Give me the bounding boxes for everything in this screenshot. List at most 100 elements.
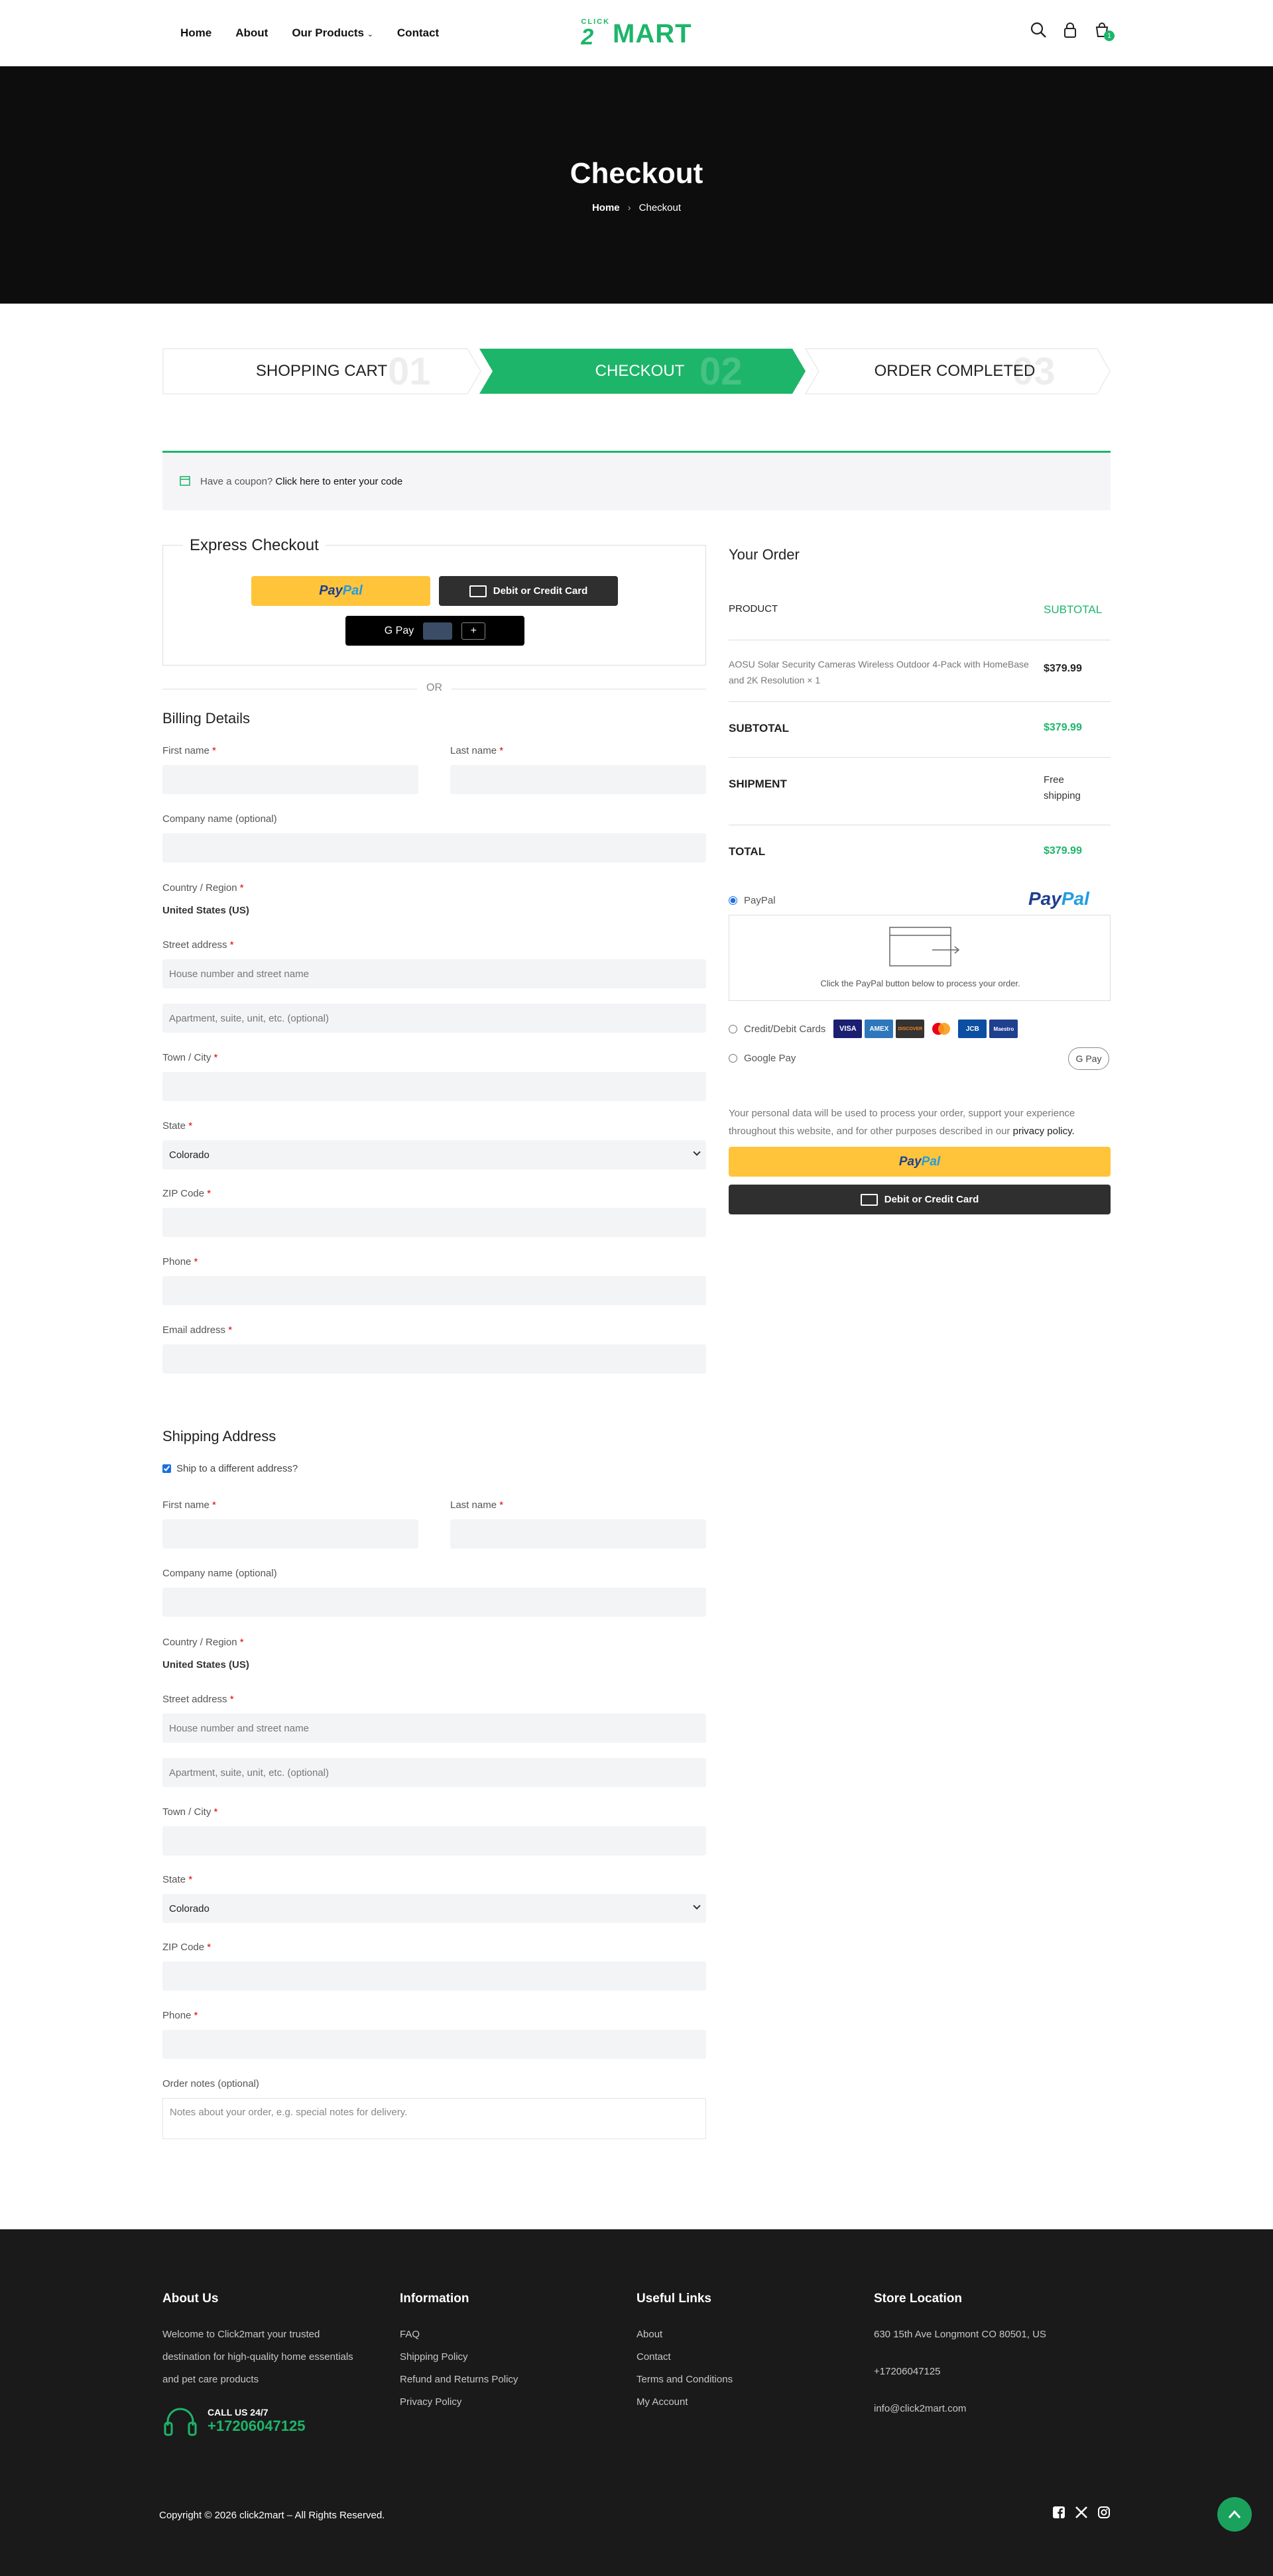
breadcrumb-home[interactable]: Home <box>592 202 620 213</box>
nav-contact[interactable]: Contact <box>397 27 439 40</box>
required-mark: * <box>207 1942 212 1953</box>
nav-about[interactable]: About <box>235 27 268 40</box>
shipping-last-name-input[interactable] <box>450 1519 706 1549</box>
shipping-country-value: United States (US) <box>162 1659 249 1670</box>
instagram-icon[interactable] <box>1097 2506 1111 2519</box>
total-label: TOTAL <box>729 845 766 858</box>
shipping-phone-input[interactable] <box>162 2030 706 2059</box>
footer-link-privacy-policy[interactable]: Privacy Policy <box>400 2391 518 2414</box>
nav-products[interactable]: Our Products ⌄ <box>292 27 373 40</box>
footer-about: About Us Welcome to Click2mart your trus… <box>162 2292 361 2437</box>
store-phone[interactable]: +17206047125 <box>874 2361 1046 2383</box>
label-text: Last name <box>450 745 497 756</box>
order-notes-textarea[interactable]: Notes about your order, e.g. special not… <box>162 2098 706 2139</box>
billing-email-input[interactable] <box>162 1344 706 1374</box>
order-shipment-row: SHIPMENT Free shipping <box>729 758 1111 825</box>
label-text: First name <box>162 1499 210 1511</box>
card-pay-button[interactable]: Debit or Credit Card <box>729 1185 1111 1214</box>
cart-icon[interactable]: 1 <box>1093 21 1115 41</box>
required-mark: * <box>188 1120 193 1132</box>
footer-link-contact[interactable]: Contact <box>636 2346 733 2369</box>
billing-zip-input[interactable] <box>162 1208 706 1237</box>
store-email[interactable]: info@click2mart.com <box>874 2398 1046 2420</box>
payment-paypal-option[interactable]: PayPal <box>729 895 776 906</box>
label-text: Last name <box>450 1499 497 1511</box>
col-subtotal-header: SUBTOTAL <box>1044 603 1103 616</box>
footer-call: CALL US 24/7 +17206047125 <box>162 2404 361 2437</box>
search-icon[interactable] <box>1030 21 1047 38</box>
payment-card-option[interactable]: Credit/Debit Cards VISA AMEX DISCOVER JC… <box>729 1020 1018 1038</box>
required-mark: * <box>188 1874 193 1885</box>
nav-products-label: Our Products <box>292 27 364 39</box>
paypal-logo-pay: Pay <box>1028 888 1061 909</box>
nav-home[interactable]: Home <box>180 27 212 40</box>
label-text: Email address <box>162 1324 226 1336</box>
billing-apartment-input[interactable]: Apartment, suite, unit, etc. (optional) <box>162 1004 706 1033</box>
shipping-company-input[interactable] <box>162 1588 706 1617</box>
step-label: SHOPPING CART <box>255 362 388 380</box>
visa-icon: VISA <box>833 1020 863 1038</box>
billing-company-input[interactable] <box>162 833 706 862</box>
shipping-zip-input[interactable] <box>162 1961 706 1991</box>
x-twitter-icon[interactable] <box>1075 2506 1088 2519</box>
calendar-icon <box>179 475 191 489</box>
footer-links-title: Useful Links <box>636 2292 711 2306</box>
card-express-button[interactable]: Debit or Credit Card <box>439 576 618 606</box>
label-text: Street address <box>162 1694 227 1705</box>
browser-window-icon <box>889 927 960 966</box>
shipment-value: Free shipping <box>1044 774 1081 801</box>
gpay-radio[interactable] <box>729 1054 737 1063</box>
shipping-first-name-input[interactable] <box>162 1519 418 1549</box>
shipping-state-select[interactable]: Colorado <box>162 1894 706 1923</box>
footer-link-refund-policy[interactable]: Refund and Returns Policy <box>400 2369 518 2391</box>
subtotal-label: SUBTOTAL <box>729 722 789 734</box>
facebook-icon[interactable] <box>1052 2506 1065 2519</box>
order-total-row: TOTAL $379.99 <box>729 825 1111 881</box>
billing-first-name-input[interactable] <box>162 765 418 794</box>
billing-phone-input[interactable] <box>162 1276 706 1305</box>
shipping-country-label: Country / Region * <box>162 1637 244 1648</box>
order-item-row: AOSU Solar Security Cameras Wireless Out… <box>729 640 1111 702</box>
shipment-label: SHIPMENT <box>729 778 787 790</box>
shipping-street-input[interactable]: House number and street name <box>162 1714 706 1743</box>
footer-link-shipping-policy[interactable]: Shipping Policy <box>400 2346 518 2369</box>
call-number[interactable]: +17206047125 <box>208 2418 305 2435</box>
breadcrumb-current: Checkout <box>638 202 682 213</box>
scroll-to-top-button[interactable] <box>1217 2497 1252 2532</box>
shipping-city-input[interactable] <box>162 1826 706 1855</box>
billing-state-select[interactable]: Colorado <box>162 1140 706 1169</box>
shipping-last-name-label: Last name * <box>450 1499 503 1511</box>
billing-last-name-input[interactable] <box>450 765 706 794</box>
col-product-header: PRODUCT <box>729 603 778 615</box>
billing-country-value: United States (US) <box>162 905 249 916</box>
ship-different-label[interactable]: Ship to a different address? <box>176 1463 298 1474</box>
gpay-express-button[interactable]: G Pay + <box>345 616 524 646</box>
ship-different-checkbox[interactable] <box>162 1464 171 1473</box>
footer-store-title: Store Location <box>874 2292 963 2306</box>
paypal-option-label: PayPal <box>744 895 776 906</box>
footer-link-about[interactable]: About <box>636 2323 733 2346</box>
checkout-steps: SHOPPING CART 01 CHECKOUT 02 ORDER COMPL… <box>162 348 1111 394</box>
billing-city-input[interactable] <box>162 1072 706 1101</box>
privacy-policy-link[interactable]: privacy policy. <box>1013 1126 1075 1137</box>
site-logo[interactable]: CLICK 2 MART <box>581 19 692 49</box>
paypal-pay-button[interactable]: Pay Pal <box>729 1147 1111 1177</box>
lock-icon[interactable] <box>1061 21 1079 38</box>
paypal-radio[interactable] <box>729 896 737 905</box>
paypal-express-button[interactable]: Pay Pal <box>251 576 430 606</box>
breadcrumb: Home › Checkout <box>592 202 681 213</box>
payment-gpay-option[interactable]: Google Pay <box>729 1053 796 1064</box>
footer-link-terms[interactable]: Terms and Conditions <box>636 2369 733 2391</box>
credit-card-icon <box>469 585 487 597</box>
chevron-up-icon <box>1228 2510 1241 2518</box>
step-shopping-cart: SHOPPING CART 01 <box>162 348 481 394</box>
coupon-link[interactable]: Click here to enter your code <box>275 476 402 487</box>
card-radio[interactable] <box>729 1024 737 1033</box>
footer-link-my-account[interactable]: My Account <box>636 2391 733 2414</box>
shipping-state-value: Colorado <box>169 1903 210 1914</box>
logo-big-text: MART <box>613 19 692 48</box>
footer-link-faq[interactable]: FAQ <box>400 2323 518 2346</box>
shipping-apartment-input[interactable]: Apartment, suite, unit, etc. (optional) <box>162 1758 706 1787</box>
billing-street-input[interactable]: House number and street name <box>162 959 706 988</box>
billing-state-value: Colorado <box>169 1149 210 1161</box>
